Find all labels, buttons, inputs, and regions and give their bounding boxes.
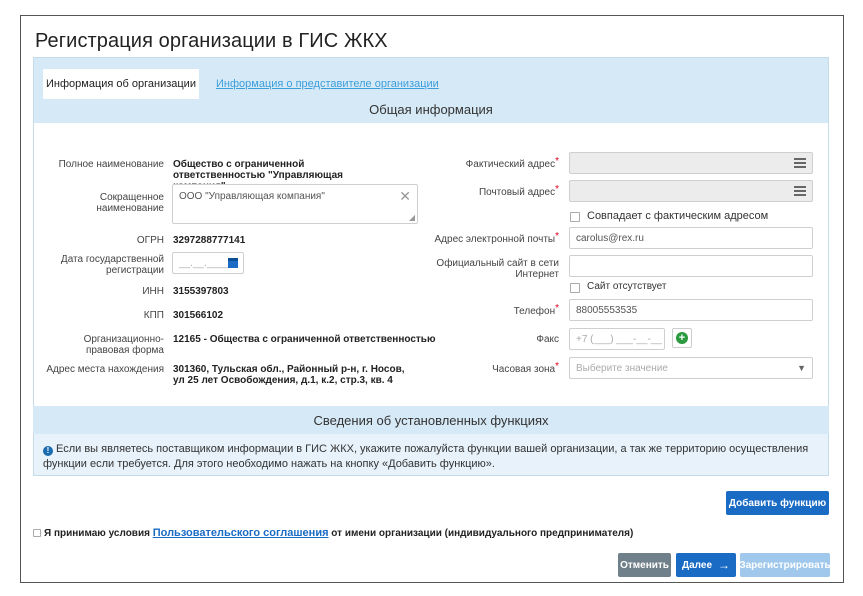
legal-form-value: 12165 - Общества с ограниченной ответств… (173, 334, 436, 345)
arrow-right-icon: → (718, 558, 731, 572)
reg-date-placeholder: __.__.____ (179, 257, 230, 269)
list-icon[interactable] (794, 158, 806, 168)
inn-value: 3155397803 (173, 286, 229, 297)
add-function-button[interactable]: Добавить функцию (726, 491, 829, 515)
tab-org-info[interactable]: Информация об организации (43, 69, 199, 99)
calendar-icon[interactable] (228, 258, 238, 268)
functions-header: Сведения об установленных функциях (33, 406, 829, 434)
email-input[interactable]: carolus@rex.ru (569, 227, 813, 249)
email-value: carolus@rex.ru (576, 232, 644, 244)
site-input[interactable] (569, 255, 813, 277)
functions-info: ! Если вы являетесь поставщиком информаци… (33, 434, 829, 476)
no-site-checkbox[interactable] (570, 283, 580, 293)
address-label: Адрес места нахождения (46, 364, 164, 375)
list-icon[interactable] (794, 186, 806, 196)
add-fax-button[interactable]: + (672, 328, 692, 348)
agreement-suffix: от имени организации (индивидуального пр… (331, 528, 634, 539)
phone-label: Телефон* (513, 303, 559, 317)
actual-address-input[interactable] (569, 152, 813, 174)
timezone-placeholder: Выберите значение (576, 362, 668, 374)
short-name-label: Сокращенное наименование (96, 192, 164, 214)
address-value: 301360, Тульская обл., Районный р-н, г. … (173, 364, 405, 386)
phone-value: 88005553535 (576, 304, 638, 316)
chevron-down-icon[interactable]: ▼ (797, 363, 806, 373)
phone-input[interactable]: 88005553535 (569, 299, 813, 321)
short-name-field[interactable]: ООО "Управляющая компания" ✕ ◢ (172, 184, 418, 224)
register-button[interactable]: Зарегистрировать (739, 553, 831, 577)
kpp-value: 301566102 (173, 310, 224, 321)
reg-date-label: Дата государственной регистрации (60, 254, 164, 276)
ogrn-label: ОГРН (136, 235, 164, 246)
postal-address-input[interactable] (569, 180, 813, 202)
next-button[interactable]: Далее → (676, 553, 736, 577)
postal-address-label: Почтовый адрес* (478, 184, 559, 198)
tab-representative-info[interactable]: Информация о представителе организации (216, 78, 439, 90)
ogrn-value: 3297288777141 (173, 235, 246, 246)
user-agreement-link[interactable]: Пользовательского соглашения (153, 527, 329, 539)
cancel-button[interactable]: Отменить (618, 553, 671, 577)
agreement-checkbox[interactable] (33, 529, 41, 537)
full-name-label: Полное наименование (58, 159, 164, 170)
fax-input[interactable]: +7 (___) ___-__-__ (569, 328, 665, 350)
registration-form: Регистрация организации в ГИС ЖКХ Информ… (20, 15, 844, 583)
section-title: Общая информация (369, 102, 493, 117)
short-name-value: ООО "Управляющая компания" (179, 191, 325, 202)
plus-icon: + (676, 332, 688, 344)
agreement-row: Я принимаю условия Пользовательского сог… (33, 527, 633, 539)
fax-placeholder: +7 (___) ___-__-__ (576, 333, 662, 345)
clear-icon[interactable]: ✕ (399, 188, 411, 205)
legal-form-label: Организационно-правовая форма (83, 334, 164, 356)
functions-info-text: Если вы являетесь поставщиком информации… (43, 443, 809, 470)
org-info-panel: Информация об организации Информация о п… (33, 57, 829, 407)
timezone-select[interactable]: Выберите значение ▼ (569, 357, 813, 379)
agreement-prefix: Я принимаю условия (44, 528, 150, 539)
inn-label: ИНН (142, 286, 164, 297)
email-label: Адрес электронной почты* (434, 231, 560, 245)
timezone-label: Часовая зона* (492, 361, 559, 375)
kpp-label: КПП (143, 310, 164, 321)
info-icon: ! (43, 446, 53, 456)
next-label: Далее (681, 559, 713, 571)
same-address-label: Совпадает с фактическим адресом (587, 210, 769, 222)
same-address-checkbox[interactable] (570, 212, 580, 222)
site-label: Официальный сайт в сети Интернет (436, 258, 559, 280)
panel-header: Информация об организации Информация о п… (34, 58, 828, 123)
page-title: Регистрация организации в ГИС ЖКХ (35, 30, 388, 52)
resize-handle-icon[interactable]: ◢ (409, 213, 415, 222)
actual-address-label: Фактический адрес* (465, 156, 559, 170)
no-site-label: Сайт отсутствует (587, 281, 667, 292)
fax-label: Факс (536, 334, 559, 345)
reg-date-input[interactable]: __.__.____ (172, 252, 244, 274)
